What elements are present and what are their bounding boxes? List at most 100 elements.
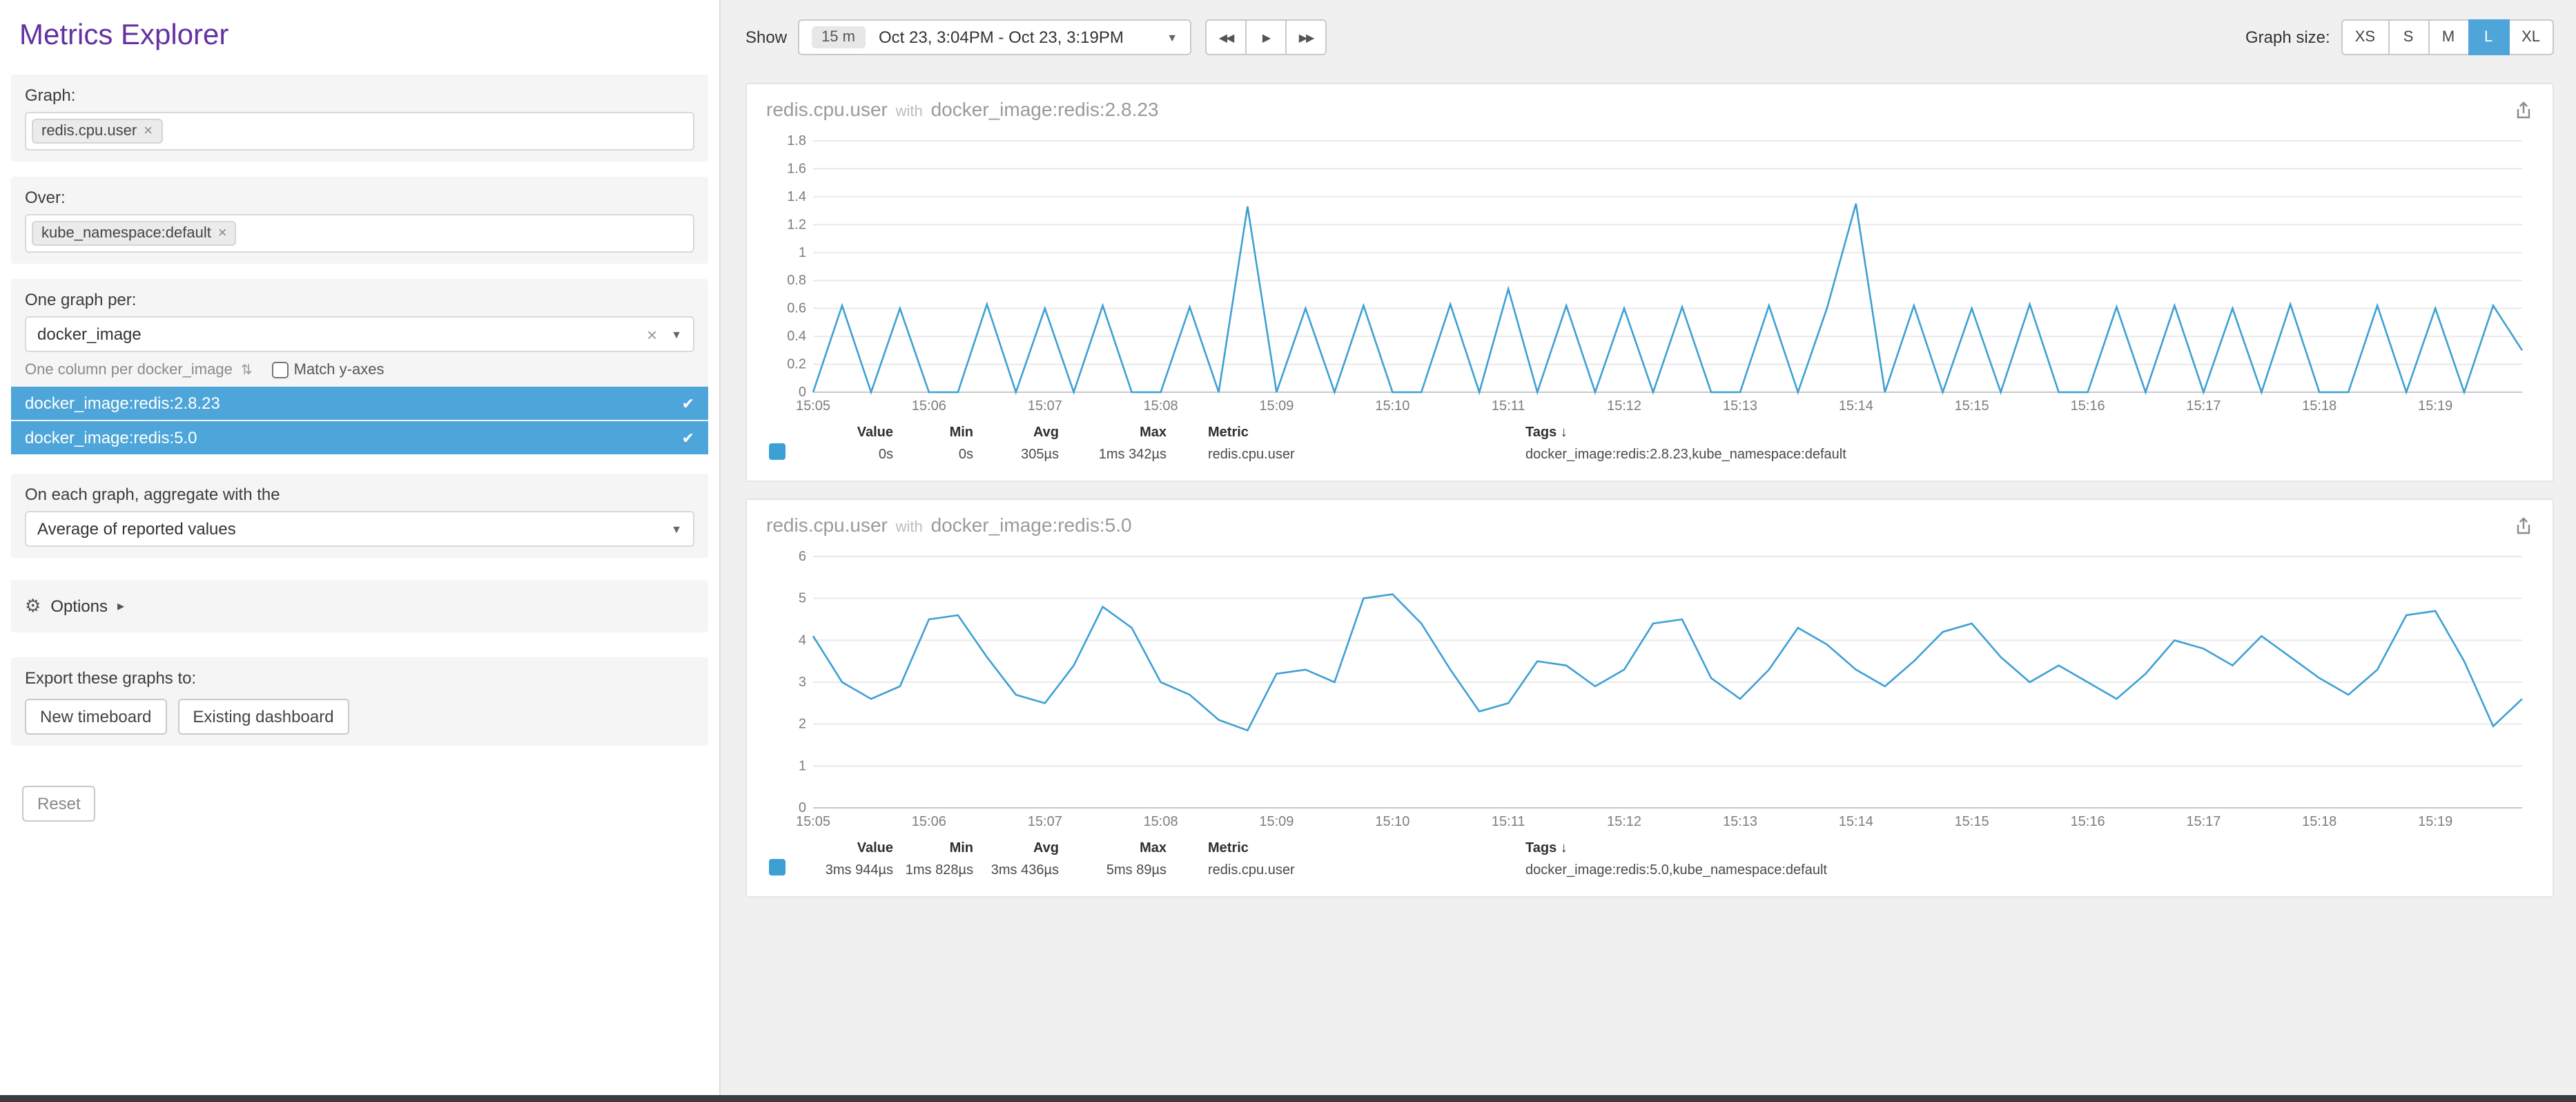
svg-text:15:10: 15:10: [1375, 814, 1409, 829]
chevron-down-icon: ▼: [671, 523, 682, 535]
svg-text:15:07: 15:07: [1028, 398, 1062, 414]
export-graph-icon[interactable]: [2514, 101, 2533, 127]
svg-text:15:19: 15:19: [2418, 814, 2452, 829]
series-swatch[interactable]: [769, 859, 786, 876]
graph-title-metric: redis.cpu.user: [766, 98, 888, 120]
cpu-line-chart[interactable]: 012345615:0515:0615:0715:0815:0915:1015:…: [766, 545, 2533, 830]
size-xs-button[interactable]: XS: [2341, 19, 2389, 55]
graph-title-scope: docker_image:redis:2.8.23: [931, 98, 1159, 120]
one-graph-per-select[interactable]: docker_image × ▼: [25, 316, 694, 352]
legend-header-avg: Avg: [973, 838, 1059, 859]
card-header: redis.cpu.user with docker_image:redis:2…: [766, 98, 2533, 127]
legend-header-tags[interactable]: Tags ↓: [1484, 838, 2533, 859]
svg-text:15:15: 15:15: [1955, 398, 1989, 414]
svg-text:0.2: 0.2: [787, 357, 806, 372]
svg-text:15:08: 15:08: [1144, 814, 1178, 829]
rewind-button[interactable]: ◀◀: [1205, 19, 1247, 55]
graph-input[interactable]: redis.cpu.user ×: [25, 112, 694, 151]
svg-text:15:09: 15:09: [1259, 814, 1294, 829]
svg-text:15:18: 15:18: [2302, 814, 2336, 829]
show-label: Show: [745, 28, 787, 47]
size-l-button[interactable]: L: [2468, 19, 2509, 55]
svg-text:15:08: 15:08: [1144, 398, 1178, 414]
over-token-label: kube_namespace:default: [41, 225, 211, 242]
svg-text:0.4: 0.4: [787, 329, 806, 344]
scope-item-redis-5-0[interactable]: docker_image:redis:5.0 ✔: [11, 421, 708, 454]
svg-text:6: 6: [799, 549, 806, 564]
bottom-bar: [0, 1095, 2576, 1102]
chevron-down-icon[interactable]: ▼: [671, 328, 682, 340]
size-xl-button[interactable]: XL: [2508, 19, 2554, 55]
svg-text:2: 2: [799, 717, 806, 732]
legend-header-max: Max: [1059, 838, 1167, 859]
clear-icon[interactable]: ×: [647, 324, 657, 345]
legend-swatch-cell: [769, 443, 805, 467]
svg-text:15:13: 15:13: [1723, 814, 1757, 829]
toolbar: Show 15 m Oct 23, 3:04PM - Oct 23, 3:19P…: [745, 19, 2554, 55]
graph-title-scope: docker_image:redis:5.0: [931, 514, 1132, 536]
fast-forward-button[interactable]: ▶▶: [1285, 19, 1327, 55]
svg-text:15:15: 15:15: [1955, 814, 1989, 829]
chevron-down-icon: ▼: [1167, 31, 1178, 44]
metrics-explorer-app: Metrics Explorer Graph: redis.cpu.user ×…: [0, 0, 2576, 1102]
rewind-icon: ◀◀: [1219, 31, 1233, 44]
export-graph-icon[interactable]: [2514, 516, 2533, 543]
size-s-button[interactable]: S: [2388, 19, 2429, 55]
over-token: kube_namespace:default ×: [32, 221, 237, 246]
legend-header-min: Min: [893, 423, 973, 443]
check-icon: ✔: [682, 429, 694, 447]
aggregate-select[interactable]: Average of reported values ▼: [25, 511, 694, 547]
duration-badge: 15 m: [812, 26, 865, 48]
svg-text:15:13: 15:13: [1723, 398, 1757, 414]
legend-header-metric: Metric: [1167, 838, 1484, 859]
aggregate-value: Average of reported values: [37, 519, 236, 539]
graph-title-with: with: [896, 104, 923, 120]
options-toggle[interactable]: ⚙ Options ▸: [25, 591, 694, 621]
svg-text:15:18: 15:18: [2302, 398, 2336, 414]
time-nav-group: ◀◀ ▶ ▶▶: [1205, 19, 1327, 55]
svg-text:4: 4: [799, 632, 806, 648]
svg-text:15:07: 15:07: [1028, 814, 1062, 829]
time-range-text: Oct 23, 3:04PM - Oct 23, 3:19PM: [879, 28, 1124, 47]
play-icon: ▶: [1262, 31, 1269, 44]
remove-token-icon[interactable]: ×: [218, 225, 227, 242]
chevron-right-icon: ▸: [117, 599, 124, 614]
remove-token-icon[interactable]: ×: [144, 123, 153, 139]
svg-text:15:19: 15:19: [2418, 398, 2452, 414]
svg-text:15:06: 15:06: [912, 398, 946, 414]
scope-item-redis-2-8-23[interactable]: docker_image:redis:2.8.23 ✔: [11, 387, 708, 420]
match-y-axes-checkbox[interactable]: Match y-axes: [272, 362, 384, 378]
gear-icon: ⚙: [25, 595, 41, 617]
graph-title: redis.cpu.user with docker_image:redis:5…: [766, 514, 1132, 536]
graph-title-metric: redis.cpu.user: [766, 514, 888, 536]
svg-text:0.6: 0.6: [787, 301, 806, 316]
match-y-axes-input[interactable]: [272, 362, 289, 378]
time-range-picker[interactable]: 15 m Oct 23, 3:04PM - Oct 23, 3:19PM ▼: [798, 19, 1191, 55]
size-m-button[interactable]: M: [2428, 19, 2469, 55]
legend-min: 1ms 828µs: [893, 860, 973, 881]
svg-text:15:11: 15:11: [1492, 398, 1525, 414]
svg-text:15:16: 15:16: [2071, 398, 2105, 414]
svg-text:15:14: 15:14: [1839, 814, 1873, 829]
svg-text:15:05: 15:05: [796, 814, 830, 829]
legend-header-value: Value: [805, 423, 893, 443]
scope-item-label: docker_image:redis:5.0: [25, 428, 197, 447]
new-timeboard-button[interactable]: New timeboard: [25, 699, 166, 735]
over-input[interactable]: kube_namespace:default ×: [25, 214, 694, 253]
legend-value: 0s: [805, 445, 893, 465]
series-swatch[interactable]: [769, 443, 786, 460]
export-label: Export these graphs to:: [25, 668, 694, 688]
reset-button[interactable]: Reset: [22, 786, 96, 822]
sort-icon[interactable]: ⇅: [241, 362, 253, 378]
legend-header-row: Value Min Avg Max Metric Tags ↓: [769, 838, 2533, 859]
existing-dashboard-button[interactable]: Existing dashboard: [177, 699, 349, 735]
export-section: Export these graphs to: New timeboard Ex…: [11, 657, 708, 746]
legend-avg: 305µs: [973, 445, 1059, 465]
svg-text:15:12: 15:12: [1607, 398, 1641, 414]
legend-header-tags[interactable]: Tags ↓: [1484, 423, 2533, 443]
one-graph-per-label: One graph per:: [25, 290, 694, 309]
legend-header-value: Value: [805, 838, 893, 859]
play-button[interactable]: ▶: [1245, 19, 1287, 55]
cpu-line-chart[interactable]: 00.20.40.60.811.21.41.61.815:0515:0615:0…: [766, 130, 2533, 414]
legend-header-min: Min: [893, 838, 973, 859]
